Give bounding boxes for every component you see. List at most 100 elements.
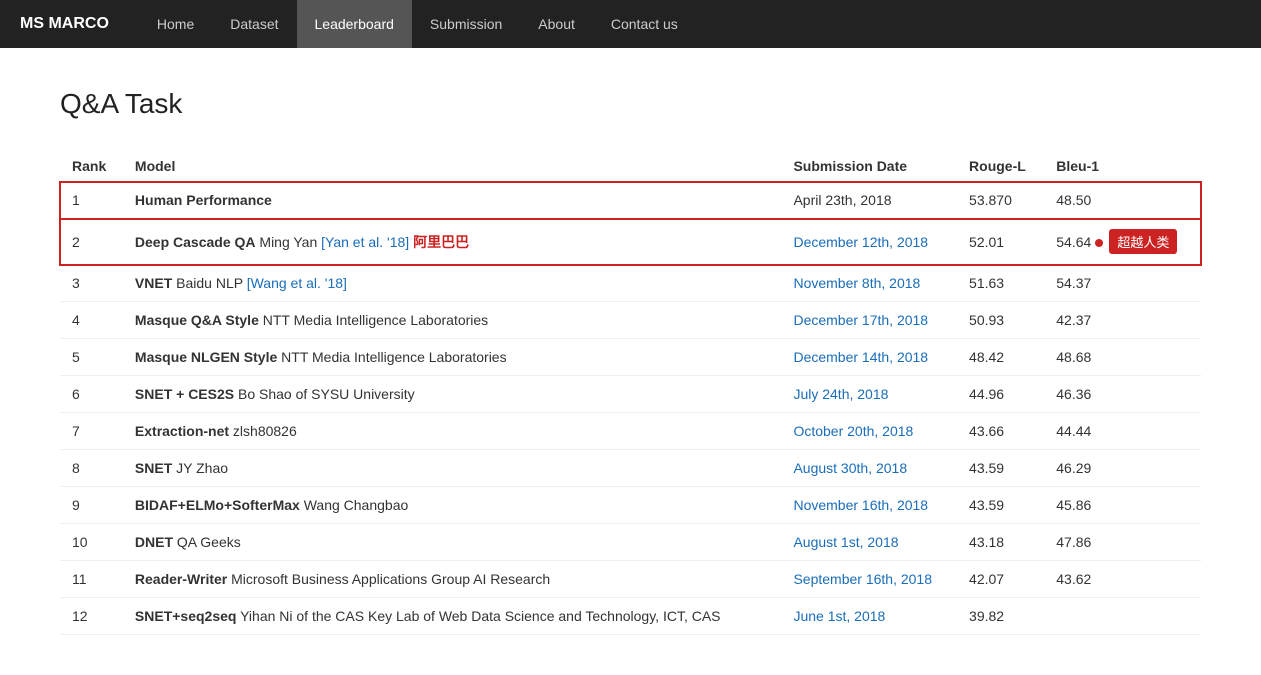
nav-link-home[interactable]: Home — [139, 0, 212, 48]
cell-rouge: 42.07 — [957, 561, 1044, 598]
table-row: 4Masque Q&A Style NTT Media Intelligence… — [60, 302, 1201, 339]
cell-bleu: 42.37 — [1044, 302, 1201, 339]
date-link[interactable]: December 12th, 2018 — [793, 234, 928, 250]
model-org-link[interactable]: 阿里巴巴 — [413, 234, 469, 250]
model-name: SNET + CES2S — [135, 386, 234, 402]
table-row: 12SNET+seq2seq Yihan Ni of the CAS Key L… — [60, 598, 1201, 635]
date-link[interactable]: December 14th, 2018 — [793, 349, 928, 365]
cell-rouge: 48.42 — [957, 339, 1044, 376]
nav-item-submission[interactable]: Submission — [412, 0, 520, 48]
header-rank: Rank — [60, 150, 123, 182]
model-name: Reader-Writer — [135, 571, 227, 587]
table-row: 5Masque NLGEN Style NTT Media Intelligen… — [60, 339, 1201, 376]
cell-date[interactable]: August 30th, 2018 — [781, 450, 957, 487]
cell-rouge: 39.82 — [957, 598, 1044, 635]
cell-rouge: 50.93 — [957, 302, 1044, 339]
cell-rouge: 44.96 — [957, 376, 1044, 413]
cell-rank: 11 — [60, 561, 123, 598]
date-link[interactable]: November 16th, 2018 — [793, 497, 928, 513]
cell-date[interactable]: December 17th, 2018 — [781, 302, 957, 339]
nav-item-leaderboard[interactable]: Leaderboard — [297, 0, 412, 48]
nav-link-about[interactable]: About — [520, 0, 593, 48]
cell-rank: 4 — [60, 302, 123, 339]
model-name: Masque Q&A Style — [135, 312, 259, 328]
cell-rank: 3 — [60, 265, 123, 302]
cell-date[interactable]: June 1st, 2018 — [781, 598, 957, 635]
cell-date[interactable]: October 20th, 2018 — [781, 413, 957, 450]
cell-model: VNET Baidu NLP [Wang et al. '18] — [123, 265, 782, 302]
model-name: Masque NLGEN Style — [135, 349, 277, 365]
model-paper-link[interactable]: [Wang et al. '18] — [247, 275, 347, 291]
cell-rouge: 43.59 — [957, 450, 1044, 487]
cell-bleu: 43.62 — [1044, 561, 1201, 598]
table-row: 6SNET + CES2S Bo Shao of SYSU University… — [60, 376, 1201, 413]
cell-date[interactable]: December 14th, 2018 — [781, 339, 957, 376]
model-author: JY Zhao — [172, 460, 228, 476]
cell-date[interactable]: November 8th, 2018 — [781, 265, 957, 302]
nav-item-dataset[interactable]: Dataset — [212, 0, 296, 48]
cell-date[interactable]: August 1st, 2018 — [781, 524, 957, 561]
nav-link-contact[interactable]: Contact us — [593, 0, 696, 48]
cell-model: Masque NLGEN Style NTT Media Intelligenc… — [123, 339, 782, 376]
navbar: MS MARCO Home Dataset Leaderboard Submis… — [0, 0, 1261, 48]
cell-model: SNET JY Zhao — [123, 450, 782, 487]
table-row: 3VNET Baidu NLP [Wang et al. '18]Novembe… — [60, 265, 1201, 302]
table-row: 7Extraction-net zlsh80826October 20th, 2… — [60, 413, 1201, 450]
nav-link-dataset[interactable]: Dataset — [212, 0, 296, 48]
date-link[interactable]: September 16th, 2018 — [793, 571, 932, 587]
cell-rank: 2 — [60, 219, 123, 265]
date-link[interactable]: June 1st, 2018 — [793, 608, 885, 624]
nav-item-about[interactable]: About — [520, 0, 593, 48]
model-author: Ming Yan — [256, 234, 318, 250]
cell-rouge: 52.01 — [957, 219, 1044, 265]
cell-model: SNET+seq2seq Yihan Ni of the CAS Key Lab… — [123, 598, 782, 635]
model-name: Deep Cascade QA — [135, 234, 256, 250]
date-link[interactable]: August 30th, 2018 — [793, 460, 907, 476]
cell-rouge: 43.59 — [957, 487, 1044, 524]
nav-link-submission[interactable]: Submission — [412, 0, 520, 48]
model-name: SNET+seq2seq — [135, 608, 237, 624]
cell-model: SNET + CES2S Bo Shao of SYSU University — [123, 376, 782, 413]
cell-rouge: 43.66 — [957, 413, 1044, 450]
cell-rouge: 51.63 — [957, 265, 1044, 302]
model-paper-link[interactable]: [Yan et al. '18] — [321, 234, 409, 250]
cell-rouge: 53.870 — [957, 182, 1044, 219]
nav-item-contact[interactable]: Contact us — [593, 0, 696, 48]
cell-bleu: 47.86 — [1044, 524, 1201, 561]
brand[interactable]: MS MARCO — [20, 15, 109, 33]
nav-item-home[interactable]: Home — [139, 0, 212, 48]
model-name: Human Performance — [135, 192, 272, 208]
cell-rank: 8 — [60, 450, 123, 487]
model-name: VNET — [135, 275, 172, 291]
exceeds-human-badge: 超越人类 — [1109, 229, 1177, 254]
header-model: Model — [123, 150, 782, 182]
model-author: Baidu NLP — [172, 275, 243, 291]
exceeds-human-dot — [1095, 239, 1103, 247]
cell-date[interactable]: July 24th, 2018 — [781, 376, 957, 413]
model-author: zlsh80826 — [229, 423, 297, 439]
model-author: Microsoft Business Applications Group AI… — [227, 571, 550, 587]
cell-bleu: 54.64超越人类 — [1044, 219, 1201, 265]
cell-model: Extraction-net zlsh80826 — [123, 413, 782, 450]
model-author: Wang Changbao — [300, 497, 408, 513]
model-author: QA Geeks — [173, 534, 241, 550]
cell-date[interactable]: December 12th, 2018 — [781, 219, 957, 265]
date-link[interactable]: December 17th, 2018 — [793, 312, 928, 328]
cell-date: April 23th, 2018 — [781, 182, 957, 219]
model-name: BIDAF+ELMo+SofterMax — [135, 497, 300, 513]
cell-date[interactable]: September 16th, 2018 — [781, 561, 957, 598]
cell-model: Reader-Writer Microsoft Business Applica… — [123, 561, 782, 598]
header-date: Submission Date — [781, 150, 957, 182]
date-link[interactable]: November 8th, 2018 — [793, 275, 920, 291]
date-link[interactable]: October 20th, 2018 — [793, 423, 913, 439]
nav-link-leaderboard[interactable]: Leaderboard — [297, 0, 412, 48]
date-link[interactable]: August 1st, 2018 — [793, 534, 898, 550]
cell-bleu: 48.68 — [1044, 339, 1201, 376]
date-link[interactable]: July 24th, 2018 — [793, 386, 888, 402]
cell-model: BIDAF+ELMo+SofterMax Wang Changbao — [123, 487, 782, 524]
cell-date[interactable]: November 16th, 2018 — [781, 487, 957, 524]
table-row: 1Human PerformanceApril 23th, 201853.870… — [60, 182, 1201, 219]
leaderboard-table: Rank Model Submission Date Rouge-L Bleu-… — [60, 150, 1201, 635]
model-name: SNET — [135, 460, 172, 476]
table-row: 8SNET JY ZhaoAugust 30th, 201843.5946.29 — [60, 450, 1201, 487]
